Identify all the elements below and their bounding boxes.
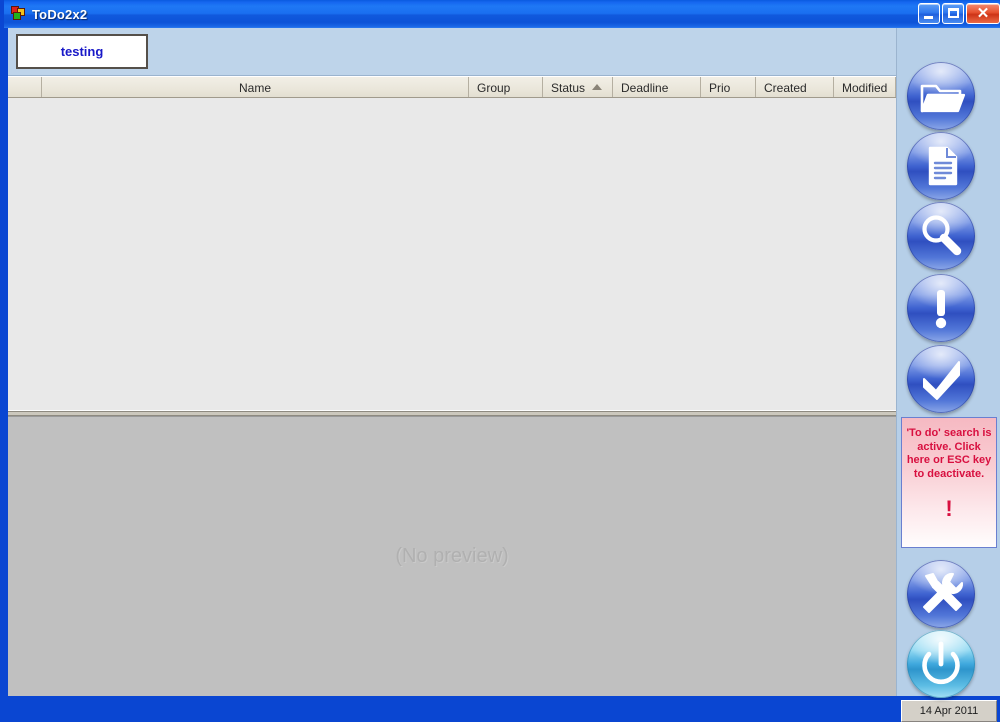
task-list-body[interactable]	[8, 98, 896, 411]
maximize-icon	[948, 8, 959, 18]
window-controls: ✕	[918, 3, 1000, 24]
search-active-alert[interactable]: 'To do' search is active. Click here or …	[901, 417, 997, 548]
application-window: ToDo2x2 ✕ testing Name Group Status Deadlin…	[0, 0, 1000, 722]
close-button[interactable]: ✕	[966, 3, 1000, 24]
date-label: 14 Apr 2011	[919, 705, 979, 717]
date-display: 14 Apr 2011	[901, 700, 997, 722]
column-header-created[interactable]: Created	[756, 77, 834, 97]
main-panel: testing Name Group Status Deadline Prio Creat…	[8, 28, 896, 696]
column-header-label: Modified	[842, 80, 888, 95]
window-title: ToDo2x2	[32, 6, 88, 22]
exclamation-icon: !	[945, 496, 953, 521]
column-header-prio[interactable]: Prio	[701, 77, 756, 97]
close-icon: ✕	[976, 5, 990, 22]
column-header-label: Prio	[709, 80, 731, 95]
client-area: testing Name Group Status Deadline Prio Creat…	[8, 28, 1000, 722]
power-button[interactable]	[907, 630, 975, 698]
tab-testing[interactable]: testing	[16, 34, 148, 69]
column-header-label: Status	[551, 80, 586, 95]
column-header-modified[interactable]: Modified	[834, 77, 896, 97]
tab-testing-label: testing	[60, 44, 104, 59]
open-folder-button[interactable]	[907, 62, 975, 130]
new-document-button[interactable]	[907, 132, 975, 200]
preview-empty-label: (No preview)	[395, 545, 509, 567]
minimize-button[interactable]	[918, 3, 940, 24]
tools-button[interactable]	[907, 560, 975, 628]
column-header-name[interactable]: Name	[42, 77, 469, 97]
search-active-alert-text: 'To do' search is active. Click here or …	[906, 427, 992, 480]
app-squares-icon	[10, 6, 26, 22]
done-button[interactable]	[907, 345, 975, 413]
maximize-button[interactable]	[942, 3, 964, 24]
tab-bar: testing	[8, 28, 896, 76]
column-header-label: Deadline	[621, 80, 669, 95]
alert-button[interactable]	[907, 274, 975, 342]
column-header-label: Name	[238, 80, 271, 95]
search-button[interactable]	[907, 202, 975, 270]
column-header-deadline[interactable]: Deadline	[613, 77, 701, 97]
column-header-label: Created	[764, 80, 807, 95]
minimize-icon	[924, 16, 933, 19]
column-header-marker[interactable]	[8, 77, 42, 97]
column-header-label: Group	[477, 80, 511, 95]
column-header-status[interactable]: Status	[543, 77, 613, 97]
title-bar[interactable]: ToDo2x2 ✕	[4, 0, 1000, 28]
sidebar-toolbar: 'To do' search is active. Click here or …	[896, 28, 1000, 722]
column-header-group[interactable]: Group	[469, 77, 543, 97]
preview-pane: (No preview)	[8, 416, 896, 696]
list-column-headers: Name Group Status Deadline Prio Created Modifi…	[8, 76, 896, 98]
sort-ascending-icon	[592, 84, 602, 90]
